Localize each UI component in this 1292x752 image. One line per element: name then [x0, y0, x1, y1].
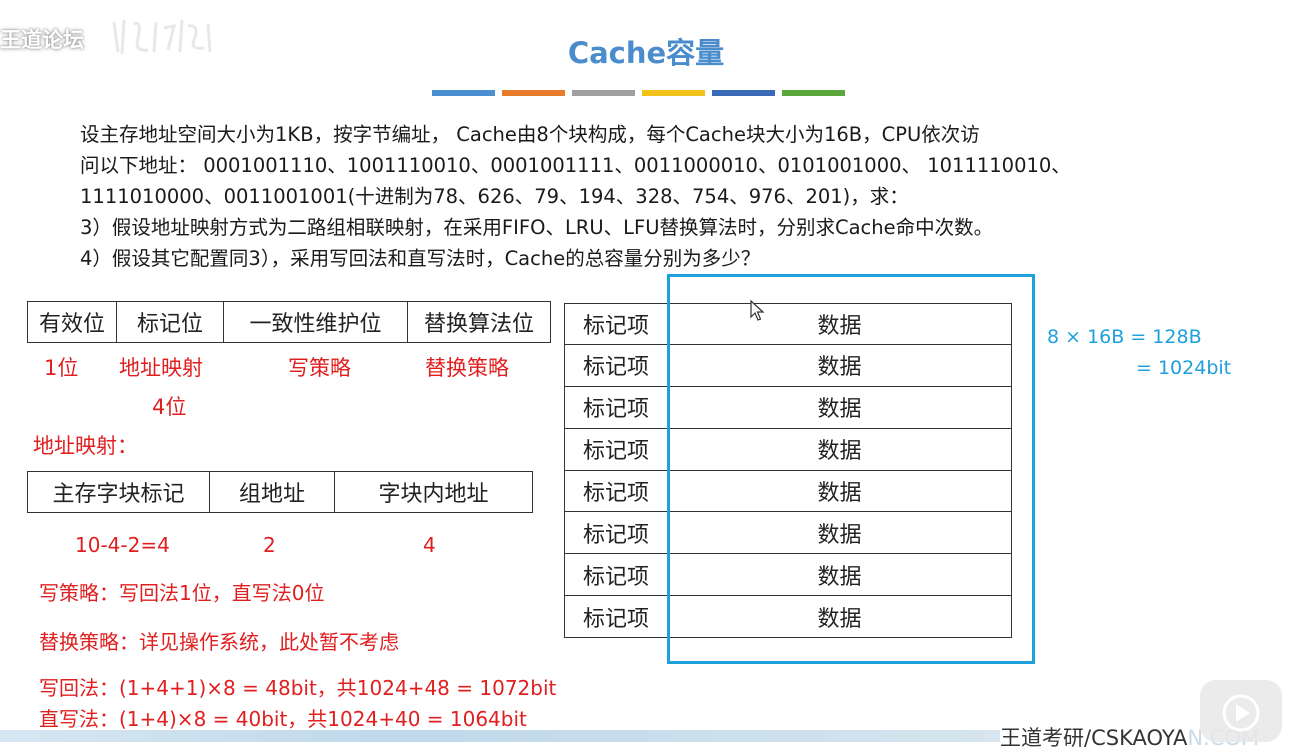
watermark-bottom-main: 王道考研/CSKAOYA	[1000, 726, 1188, 750]
question-line-2: 问以下地址： 0001001110、1001110010、0001001111、…	[80, 154, 1071, 177]
field-coherence-bit: 一致性维护位	[224, 302, 408, 342]
cache-line-tag: 标记项	[564, 386, 667, 429]
question-line-5: 4）假设其它配置同3），采用写回法和直写法时，Cache的总容量分别为多少？	[80, 247, 761, 270]
video-play-icon[interactable]	[1200, 680, 1282, 742]
address-fields-table: 主存字块标记 组地址 字块内地址	[27, 471, 533, 513]
question-line-3: 1111010000、0011001001(十进制为78、626、79、194、…	[80, 185, 909, 208]
question-line-1: 设主存地址空间大小为1KB，按字节编址， Cache由8个块构成，每个Cache…	[80, 123, 980, 146]
field-replace-bit: 替换算法位	[423, 312, 534, 337]
cache-line-tag: 标记项	[564, 303, 667, 345]
note-valid-bits: 1位	[44, 356, 79, 380]
cache-line-tag: 标记项	[564, 428, 667, 471]
cache-line-tag: 标记项	[564, 344, 667, 387]
accent-bar	[782, 90, 845, 96]
note-write-through-capacity: 直写法：(1+4)×8 = 40bit，共1024+40 = 1064bit	[39, 707, 527, 731]
note-replace-policy-detail: 替换策略：详见操作系统，此处暂不考虑	[39, 630, 399, 654]
note-write-policy: 写策略	[288, 356, 351, 380]
cache-line-tag: 标记项	[564, 512, 667, 555]
accent-bar	[712, 90, 775, 96]
field-valid-bit: 有效位	[28, 302, 117, 342]
capacity-line-1: 8 × 16B = 128B	[1047, 326, 1202, 348]
accent-bar	[502, 90, 565, 96]
tag-fields-table: 有效位 标记位 一致性维护位 替换算法位	[27, 301, 551, 343]
bits-block-offset: 4	[423, 533, 436, 557]
mouse-cursor-icon	[750, 300, 765, 321]
bottom-decoration	[0, 730, 1000, 742]
field-block-tag: 主存字块标记	[28, 472, 210, 512]
cache-line-tag: 标记项	[564, 470, 667, 513]
cache-line-tag: 标记项	[564, 596, 667, 638]
accent-bar	[572, 90, 635, 96]
capacity-line-2: = 1024bit	[1136, 357, 1232, 379]
cache-line-tag: 标记项	[564, 554, 667, 597]
accent-bar	[432, 90, 495, 96]
data-area-highlight	[667, 274, 1035, 664]
field-set-address: 组地址	[210, 472, 335, 512]
accent-bar	[642, 90, 705, 96]
page-title: Cache容量	[567, 36, 725, 70]
address-mapping-label: 地址映射：	[33, 434, 138, 458]
note-tag-mapping: 地址映射	[119, 356, 203, 380]
bits-set-address: 2	[263, 533, 276, 557]
note-write-back-capacity: 写回法：(1+4+1)×8 = 48bit，共1024+48 = 1072bit	[39, 676, 557, 700]
bits-block-tag: 10-4-2=4	[75, 533, 170, 557]
question-line-4: 3）假设地址映射方式为二路组相联映射，在采用FIFO、LRU、LFU替换算法时，…	[80, 216, 994, 239]
note-replace-policy: 替换策略	[425, 356, 509, 380]
note-tag-bits: 4位	[152, 395, 187, 419]
field-block-offset: 字块内地址	[378, 482, 489, 507]
note-write-policy-bits: 写策略：写回法1位，直写法0位	[39, 581, 325, 605]
field-tag-bit: 标记位	[117, 302, 224, 342]
